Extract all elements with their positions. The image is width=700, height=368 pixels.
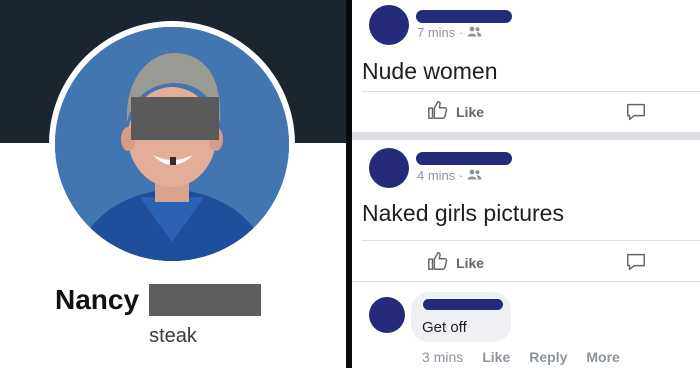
speech-bubble-icon — [625, 253, 647, 277]
like-button[interactable]: Like — [427, 250, 484, 275]
profile-photo — [55, 27, 289, 261]
comment-text: Get off — [422, 319, 467, 336]
like-label: Like — [456, 254, 485, 271]
post-meta: 7 mins · — [417, 25, 482, 40]
post-author-name-redacted[interactable] — [416, 152, 512, 165]
post-text: Nude women — [362, 58, 498, 84]
comment-more-link[interactable]: More — [586, 349, 619, 365]
comment-actions: 3 mins Like Reply More — [422, 349, 639, 365]
like-label: Like — [456, 103, 485, 120]
comment-author-name-redacted[interactable] — [423, 299, 503, 310]
post: 4 mins · Naked girls pictures Like — [352, 140, 700, 282]
profile-panel: Nancy steak — [0, 0, 346, 368]
post-author-avatar[interactable] — [369, 5, 409, 45]
comment-timestamp[interactable]: 3 mins — [422, 349, 463, 365]
comment-button[interactable] — [625, 251, 647, 278]
post: 7 mins · Nude women Like — [352, 0, 700, 132]
profile-bio: steak — [149, 325, 197, 347]
feed-separator — [352, 132, 700, 140]
comment-like-link[interactable]: Like — [482, 349, 510, 365]
eyes-censor-bar — [131, 97, 219, 140]
profile-name[interactable]: Nancy — [55, 284, 139, 316]
thumbs-up-icon — [427, 99, 449, 124]
like-button[interactable]: Like — [427, 99, 484, 124]
post-divider — [362, 91, 700, 92]
post-timestamp[interactable]: 7 mins · — [417, 25, 463, 40]
comment-reply-link[interactable]: Reply — [529, 349, 567, 365]
surname-censor-bar — [149, 284, 262, 316]
comment-author-avatar[interactable] — [369, 297, 405, 333]
speech-bubble-icon — [625, 103, 647, 127]
post-divider — [362, 240, 700, 241]
feed-panel: 7 mins · Nude women Like 4 mins · Naked … — [352, 0, 700, 368]
post-author-avatar[interactable] — [369, 148, 409, 188]
post-timestamp[interactable]: 4 mins · — [417, 168, 463, 183]
post-bottom-divider — [352, 281, 700, 282]
post-text: Naked girls pictures — [362, 200, 564, 226]
thumbs-up-icon — [427, 250, 449, 275]
profile-name-row: Nancy — [55, 283, 262, 317]
people-icon — [467, 25, 482, 40]
post-author-name-redacted[interactable] — [416, 10, 512, 23]
post-meta: 4 mins · — [417, 168, 482, 183]
profile-avatar[interactable] — [55, 27, 289, 261]
people-icon — [467, 168, 482, 183]
comment-button[interactable] — [625, 101, 647, 128]
